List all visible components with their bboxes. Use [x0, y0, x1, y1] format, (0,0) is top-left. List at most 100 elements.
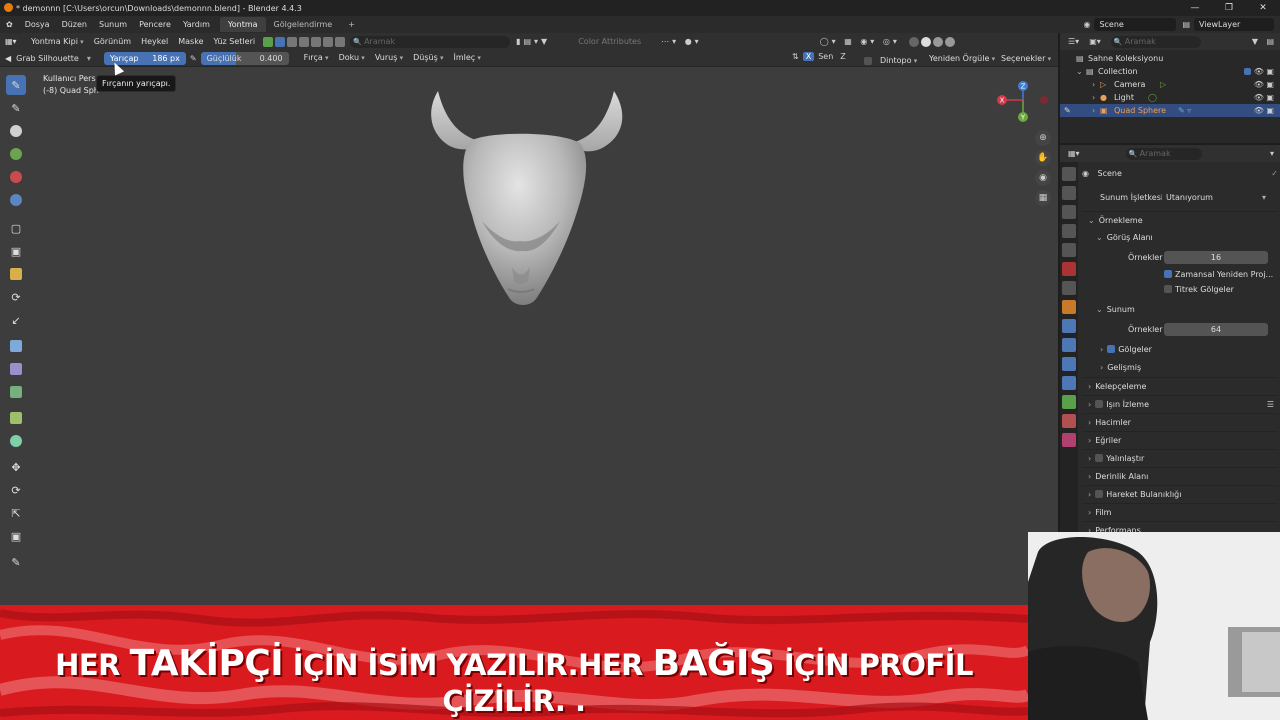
symmetry-y-toggle[interactable]: Sen [814, 52, 837, 61]
world-tab-icon[interactable] [1062, 262, 1076, 276]
panel-curves[interactable]: Eğriler [1082, 431, 1278, 449]
options-menu[interactable]: Seçenekler [996, 51, 1056, 67]
collection-visibility-icons[interactable]: 👁 ▣ [1243, 65, 1274, 78]
strength-slider[interactable]: Güçlülük 0.400 [200, 51, 289, 65]
overlay-icons[interactable]: ◯▾ ▦ ◉▾ ◎▾ [820, 37, 900, 46]
advanced-subheader[interactable]: Gelişmiş [1100, 363, 1141, 372]
tool-tab-icon[interactable] [1062, 167, 1076, 181]
temporal-reprojection-checkbox[interactable] [1164, 270, 1172, 278]
output-tab-icon[interactable] [1062, 205, 1076, 219]
panel-motion-blur[interactable]: › Hareket Bulanıklığı [1082, 485, 1278, 503]
shadows-subpanel[interactable]: › Gölgeler [1082, 341, 1278, 359]
filter-icon[interactable]: ▼ [1252, 37, 1258, 46]
mode-selector[interactable]: Yontma Kipi [26, 34, 89, 50]
depth-of-field-header[interactable]: Derinlik Alanı [1088, 472, 1148, 481]
material-tab-icon[interactable] [1062, 414, 1076, 428]
smooth-tool-icon[interactable] [6, 190, 26, 210]
clay-strips-tool-icon[interactable] [6, 144, 26, 164]
rotate-tool-icon[interactable]: ⟳ [6, 480, 26, 500]
jitter-shadows-row[interactable]: Titrek Gölgeler [1082, 282, 1278, 297]
list-icon[interactable]: ☰ [1267, 396, 1274, 414]
edit-face-set-tool-icon[interactable] [6, 408, 26, 428]
modifier-tab-icon[interactable] [1062, 319, 1076, 333]
new-collection-icon[interactable]: ▤ [1266, 37, 1274, 46]
draw-sharp-tool-icon[interactable]: ✎ [6, 98, 26, 118]
close-button[interactable]: ✕ [1246, 0, 1280, 16]
clamping-header[interactable]: Kelepçeleme [1088, 382, 1146, 391]
panel-volumes[interactable]: Hacimler [1082, 413, 1278, 431]
outliner-editor-icon[interactable]: ☰▾ [1068, 37, 1079, 46]
camera-visibility-icons[interactable]: 👁 ▣ [1254, 78, 1274, 91]
cloth-filter-tool-icon[interactable] [6, 359, 26, 379]
menu-file[interactable]: Dosya [19, 16, 56, 33]
data-tab-icon[interactable] [1062, 395, 1076, 409]
physics-tab-icon[interactable] [1062, 357, 1076, 371]
clay-tool-icon[interactable] [6, 121, 26, 141]
render-subheader[interactable]: Sunum [1096, 305, 1135, 314]
pin-icon[interactable]: ✓ [1271, 165, 1278, 183]
maximize-button[interactable]: ❐ [1212, 0, 1246, 16]
color-attributes[interactable]: Color Attributes [578, 37, 641, 46]
menu-stroke[interactable]: Vuruş [370, 50, 408, 66]
menu-brush[interactable]: Fırça [299, 50, 334, 66]
texture-tab-icon[interactable] [1062, 433, 1076, 447]
crease-tool-icon[interactable] [6, 167, 26, 187]
camera-view-icon[interactable]: ◉ [1035, 170, 1051, 186]
quad-sphere-visibility-icons[interactable]: 👁 ▣ [1254, 104, 1274, 117]
render-tab-icon[interactable] [1062, 186, 1076, 200]
symmetry-z-toggle[interactable]: Z [837, 52, 848, 61]
mask-tool-icon[interactable]: ▢ [6, 218, 26, 238]
navigation-gizmo[interactable]: Z Y X [996, 78, 1048, 126]
menu-mask[interactable]: Maske [173, 34, 208, 49]
add-workspace-button[interactable]: + [340, 17, 363, 32]
menu-texture[interactable]: Doku [334, 50, 370, 66]
shadows-checkbox[interactable] [1107, 345, 1116, 353]
xray-gizmo-icons[interactable]: ⋯▾ ●▾ [661, 37, 702, 46]
color-filter-tool-icon[interactable] [6, 382, 26, 402]
move-tool-icon[interactable]: ✥ [6, 457, 26, 477]
symmetry-x-toggle[interactable]: X [802, 52, 815, 61]
simplify-checkbox[interactable] [1095, 454, 1104, 462]
panel-simplify[interactable]: › Yalınlaştır [1082, 449, 1278, 467]
viewport-samples-field[interactable]: 16 [1164, 251, 1268, 264]
outliner-collection[interactable]: ⌄ ▤ Collection 👁 ▣ [1060, 65, 1280, 78]
draw-brush-tool-icon[interactable]: ✎ [6, 75, 26, 95]
advanced-subpanel[interactable]: Gelişmiş [1082, 359, 1278, 377]
properties-options-icon[interactable]: ▾ [1270, 149, 1274, 158]
line-project-tool-icon[interactable]: ↙ [6, 310, 26, 330]
volumes-header[interactable]: Hacimler [1088, 418, 1131, 427]
menu-cursor[interactable]: İmleç [449, 50, 486, 66]
brush-asset-icons[interactable] [262, 36, 346, 47]
zoom-icon[interactable]: ⊕ [1035, 130, 1051, 146]
ortho-grid-icon[interactable]: ▦ [1035, 190, 1051, 206]
display-mode-icon[interactable]: ▣▾ [1089, 37, 1101, 46]
panel-raytracing[interactable]: › Işın İzleme ☰ [1082, 395, 1278, 413]
properties-search-input[interactable]: Aramak [1125, 147, 1202, 160]
editor-type-icon[interactable]: ▦▾ [0, 34, 26, 49]
viewport-subheader[interactable]: Görüş Alanı [1096, 233, 1153, 242]
panel-film[interactable]: Film [1082, 503, 1278, 521]
mesh-filter-tool-icon[interactable]: ⟳ [6, 287, 26, 307]
sampling-header[interactable]: Örnekleme [1088, 216, 1143, 225]
menu-sculpt[interactable]: Heykel [136, 34, 173, 49]
menu-help[interactable]: Yardım [177, 16, 216, 33]
brush-search-input[interactable]: Aramak [350, 35, 511, 48]
dyntopo-checkbox[interactable] [864, 57, 872, 65]
object-tab-icon[interactable] [1062, 300, 1076, 314]
curves-header[interactable]: Eğriler [1088, 436, 1121, 445]
face-set-tool-icon[interactable] [6, 336, 26, 356]
scale-tool-icon[interactable]: ⇱ [6, 503, 26, 523]
render-samples-field[interactable]: 64 [1164, 323, 1268, 336]
mask-by-color-tool-icon[interactable] [6, 431, 26, 451]
sampling-panel[interactable]: Örnekleme [1082, 211, 1278, 229]
3d-viewport[interactable] [0, 67, 1058, 605]
raytracing-checkbox[interactable] [1095, 400, 1104, 408]
transform-tool-icon[interactable]: ▣ [6, 526, 26, 546]
brush-selector[interactable]: ◀ Grab Silhouette ▾ [0, 51, 96, 66]
box-mask-tool-icon[interactable]: ▣ [6, 241, 26, 261]
header-icons[interactable]: ▮▤▾▼ [516, 37, 550, 46]
box-hide-tool-icon[interactable] [6, 264, 26, 284]
scene-tab-icon[interactable] [1062, 243, 1076, 257]
render-engine-dropdown[interactable]: Utanıyorum ▾ [1162, 191, 1270, 204]
collection-tab-icon[interactable] [1062, 281, 1076, 295]
